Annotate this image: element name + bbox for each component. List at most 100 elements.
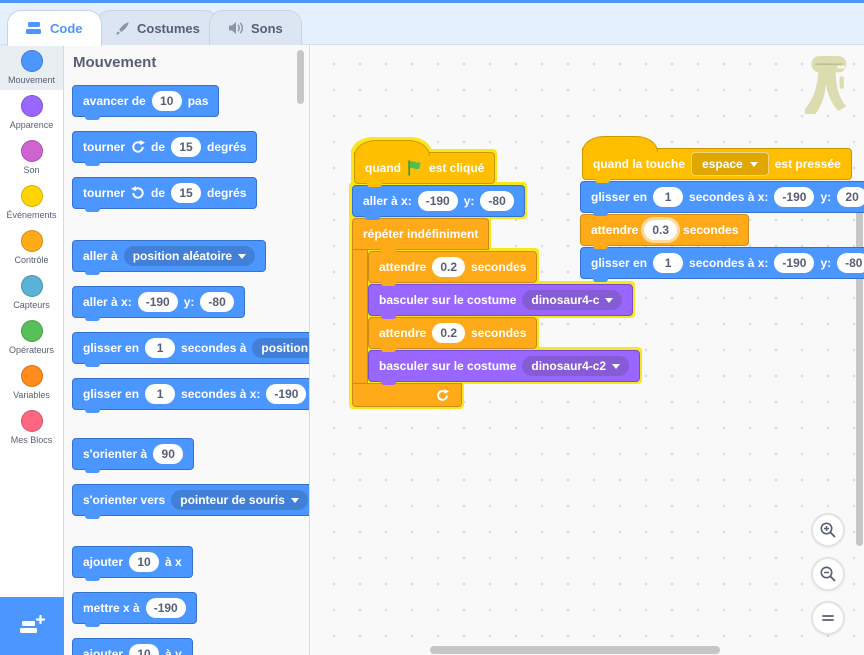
number-input[interactable]: 0.2: [432, 323, 465, 343]
category-color-dot: [21, 50, 43, 72]
number-input[interactable]: -80: [480, 191, 513, 211]
block-label: s'orienter vers: [83, 493, 165, 507]
number-input[interactable]: 1: [145, 338, 175, 358]
number-input[interactable]: 1: [653, 253, 683, 273]
block-label: degrés: [207, 140, 246, 154]
block-attendre-1[interactable]: attendre0.2secondes: [368, 251, 537, 283]
block-label: glisser en: [83, 341, 139, 355]
category-color-dot: [21, 320, 43, 342]
category-evenements[interactable]: Événements: [0, 180, 63, 225]
chevron-down-icon: [291, 498, 299, 503]
dropdown-field[interactable]: espace: [691, 152, 769, 176]
tab-costumes[interactable]: Costumes: [96, 10, 219, 45]
block-label: aller à: [83, 249, 118, 263]
zoom-reset-button[interactable]: [811, 601, 845, 635]
palette-scrollbar[interactable]: [297, 50, 304, 104]
block-label: secondes: [683, 223, 738, 237]
number-input[interactable]: 1: [653, 187, 683, 207]
palette-block-ajouter-y[interactable]: ajouter10à y: [72, 638, 193, 655]
category-operateurs[interactable]: Opérateurs: [0, 315, 63, 360]
block-label: glisser en: [591, 256, 647, 270]
number-input[interactable]: 0.3: [644, 220, 677, 240]
number-input[interactable]: 10: [152, 91, 182, 111]
block-label: ajouter: [83, 647, 123, 655]
palette-block-mettre-x[interactable]: mettre x à-190: [72, 592, 197, 624]
zoom-in-button[interactable]: [811, 513, 845, 547]
block-label: tourner: [83, 186, 125, 200]
zoom-out-button[interactable]: [811, 557, 845, 591]
block-label: basculer sur le costume: [379, 359, 516, 373]
number-input[interactable]: 15: [171, 137, 201, 157]
number-input[interactable]: 0.2: [432, 257, 465, 277]
block-label: ajouter: [83, 555, 123, 569]
speaker-icon: [228, 21, 244, 35]
category-son[interactable]: Son: [0, 135, 63, 180]
workspace-horizontal-scrollbar[interactable]: [430, 646, 720, 654]
block-label: tourner: [83, 140, 125, 154]
block-aller-a-xy[interactable]: aller à x:-190y:-80: [352, 185, 525, 217]
palette-block-aller-a-xy[interactable]: aller à x:-190y:-80: [72, 286, 245, 318]
number-input[interactable]: 90: [153, 444, 183, 464]
block-label: y:: [820, 190, 831, 204]
block-quand-touche-pressee[interactable]: quand la toucheespaceest pressée: [582, 148, 852, 180]
script-workspace[interactable]: quandest cliqué aller à x:-190y:-80 répé…: [311, 45, 864, 655]
palette-block-tourner-gauche[interactable]: tournerde15degrés: [72, 177, 257, 209]
add-extension-button[interactable]: [0, 597, 64, 655]
palette-block-glisser[interactable]: glisser en1secondes àposition aléatoire: [72, 332, 310, 364]
dropdown-field[interactable]: position aléatoire: [124, 246, 255, 266]
number-input[interactable]: -190: [418, 191, 458, 211]
block-attendre[interactable]: attendre 0.3 secondes: [580, 214, 749, 246]
tab-sons[interactable]: Sons: [209, 10, 302, 45]
tab-code[interactable]: Code: [7, 10, 102, 46]
block-glisser-2[interactable]: glisser en 1 secondes à x: -190 y: -80: [580, 247, 864, 279]
category-capteurs[interactable]: Capteurs: [0, 270, 63, 315]
palette-block-orienter-a[interactable]: s'orienter à90: [72, 438, 194, 470]
number-input[interactable]: 1: [145, 384, 175, 404]
forever-loop-bottom[interactable]: [352, 383, 462, 407]
block-label: attendre: [379, 260, 426, 274]
dropdown-field[interactable]: dinosaur4-c: [522, 290, 622, 310]
palette-block-tourner-droite[interactable]: tournerde15degrés: [72, 131, 257, 163]
dropdown-value: position aléatoire: [261, 341, 310, 355]
category-controle[interactable]: Contrôle: [0, 225, 63, 270]
dropdown-field[interactable]: pointeur de souris: [171, 490, 308, 510]
category-mouvement[interactable]: Mouvement: [0, 45, 63, 90]
block-basculer-costume-2[interactable]: basculer sur le costume dinosaur4-c2: [368, 350, 640, 382]
number-input[interactable]: 10: [129, 552, 159, 572]
block-label: attendre: [591, 223, 638, 237]
category-apparence[interactable]: Apparence: [0, 90, 63, 135]
block-glisser-1[interactable]: glisser en1secondes à x:-190y:20: [580, 181, 864, 213]
workspace-vertical-scrollbar[interactable]: [856, 188, 863, 546]
palette-block-aller-a[interactable]: aller à position aléatoire: [72, 240, 266, 272]
number-input[interactable]: 15: [171, 183, 201, 203]
palette-block-ajouter-x[interactable]: ajouter10à x: [72, 546, 193, 578]
block-label: secondes à x:: [689, 256, 768, 270]
palette-block-avancer[interactable]: avancer de10pas: [72, 85, 219, 117]
block-basculer-costume-1[interactable]: basculer sur le costumedinosaur4-c: [368, 284, 633, 316]
dropdown-field[interactable]: dinosaur4-c2: [522, 356, 629, 376]
block-label: glisser en: [591, 190, 647, 204]
number-input[interactable]: -190: [146, 598, 186, 618]
tab-label: Sons: [251, 21, 283, 36]
category-variables[interactable]: Variables: [0, 360, 63, 405]
block-label: aller à x:: [83, 295, 132, 309]
block-quand-drapeau-clique[interactable]: quandest cliqué: [354, 152, 495, 184]
category-label: Contrôle: [14, 255, 48, 265]
palette-block-orienter-vers[interactable]: s'orienter vers pointeur de souris: [72, 484, 310, 516]
block-repeter-indefiniment[interactable]: répéter indéfiniment: [352, 218, 489, 250]
number-input[interactable]: -190: [138, 292, 178, 312]
category-mes-blocs[interactable]: Mes Blocs: [0, 405, 63, 450]
dropdown-field[interactable]: position aléatoire: [252, 338, 310, 358]
block-label: y:: [820, 256, 831, 270]
number-input[interactable]: 20: [837, 187, 864, 207]
number-input[interactable]: -190: [266, 384, 306, 404]
palette-block-glisser-xy[interactable]: glisser en1secondes à x:-190y:-80: [72, 378, 310, 410]
number-input[interactable]: -80: [200, 292, 233, 312]
block-attendre-2[interactable]: attendre0.2secondes: [368, 317, 537, 349]
number-input[interactable]: 10: [129, 644, 159, 655]
number-input[interactable]: -190: [774, 253, 814, 273]
number-input[interactable]: -80: [837, 253, 864, 273]
number-input[interactable]: -190: [774, 187, 814, 207]
block-label: degrés: [207, 186, 246, 200]
tab-bar: Code Costumes Sons: [0, 3, 864, 45]
